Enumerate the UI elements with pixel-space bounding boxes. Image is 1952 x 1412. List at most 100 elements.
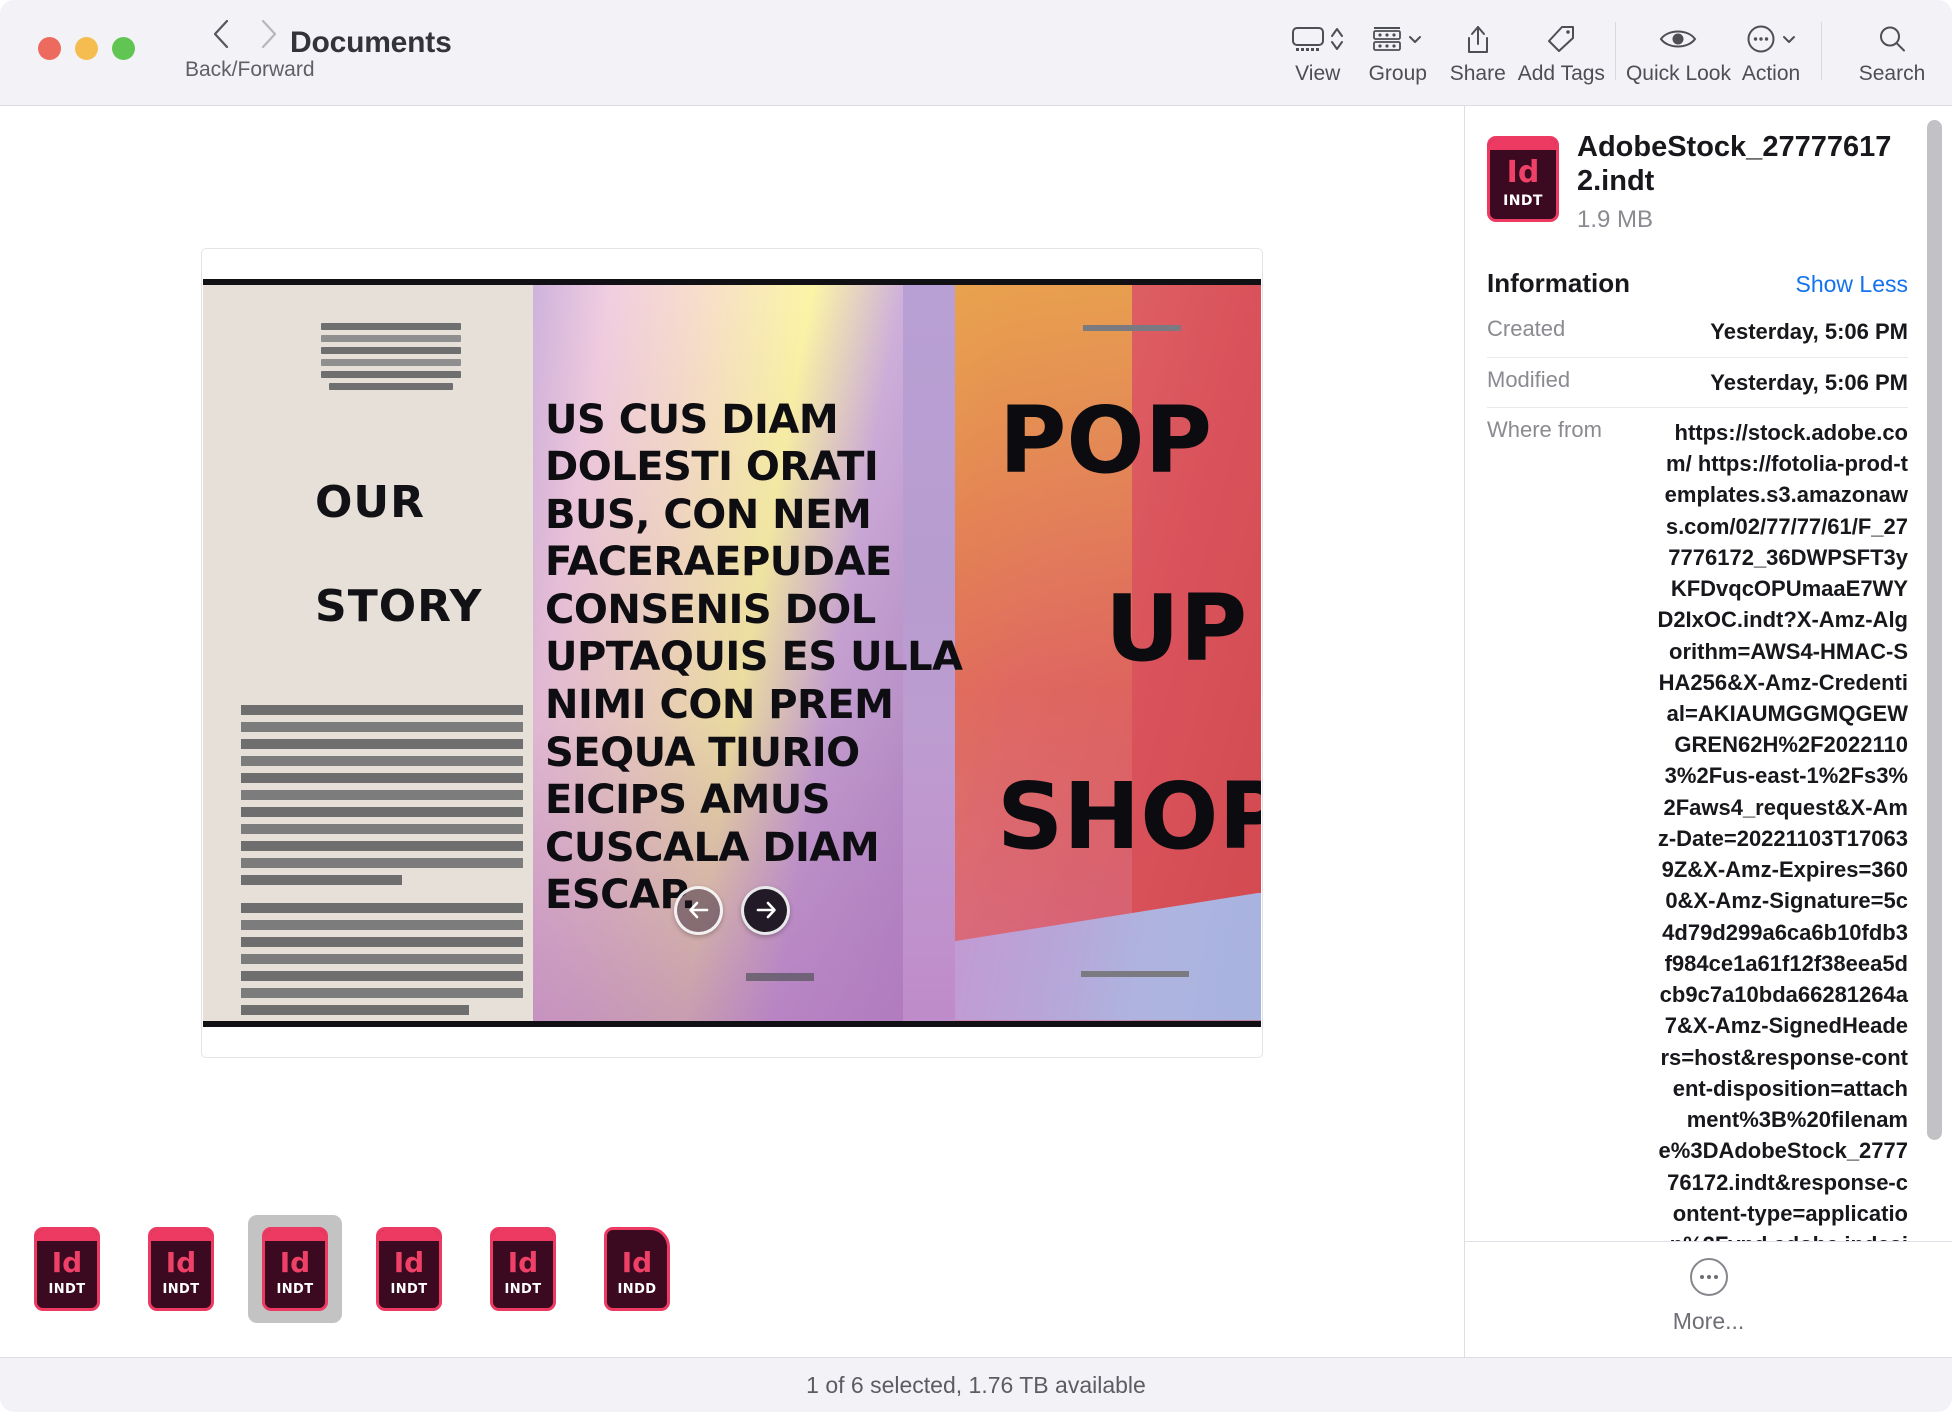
chevron-right-icon [261,19,277,49]
poster-heading-2: STORY [315,580,483,632]
info-value: Yesterday, 5:06 PM [1710,319,1908,345]
poster-paragraph-1 [241,704,523,892]
more-button[interactable] [1689,1258,1728,1296]
toolbar-search[interactable]: Search [1832,0,1952,86]
poster-heading-1: OUR [315,476,426,528]
chevron-left-icon [213,19,229,49]
info-label: Where from [1487,416,1602,442]
eye-icon [1660,30,1697,48]
poster-body-text: US CUS DIAM DOLESTI ORATI BUS, CON NEM F… [545,396,963,919]
info-row-where-from: Where from https://stock.adobe.com/ http… [1487,406,1908,1241]
info-label: Created [1487,316,1566,342]
poster-rule-center [746,972,814,981]
info-panel: Id INDT AdobeStock_277776172.indt 1.9 MB… [1464,106,1952,1357]
ellipsis-icon [1699,1275,1718,1279]
toolbar-group[interactable]: Group [1358,0,1438,86]
info-panel-scrollbar[interactable] [1927,120,1942,1140]
indesign-file-icon: Id INDT [376,1227,442,1311]
toolbar-quick-look-label: Quick Look [1625,62,1731,85]
toolbar-divider-2 [1821,22,1822,80]
chevron-updown-icon [1331,28,1344,50]
toolbar-divider-1 [1614,22,1616,80]
info-value: Yesterday, 5:06 PM [1710,369,1908,395]
thumbnail-item-2[interactable]: Id INDT [134,1215,228,1323]
toolbar-items: View Group Share Add Tags Quick Look Act… [1278,0,1952,106]
minimize-button[interactable] [75,37,98,60]
toolbar-action[interactable]: Action [1731,0,1811,86]
maximize-button[interactable] [112,37,135,60]
preview-wrapper: OUR STORY US CUS DIAM DOLESTI ORATI BUS,… [0,106,1464,1181]
toolbar-share[interactable]: Share [1438,0,1518,86]
back-forward-label: Back/Forward [185,58,315,81]
preview-next-button[interactable] [741,885,790,935]
poster-word-up: UP [1105,574,1248,682]
content-area: OUR STORY US CUS DIAM DOLESTI ORATI BUS,… [0,106,1464,1357]
scrollbar-thumb[interactable] [1927,120,1942,1140]
back-button[interactable] [204,14,238,54]
info-row-modified: Modified Yesterday, 5:06 PM [1487,356,1908,407]
status-text: 1 of 6 selected, 1.76 TB available [806,1371,1146,1398]
poster-rule-top [1083,324,1181,331]
thumbnail-item-3[interactable]: Id INDT [248,1215,342,1323]
indesign-document-icon: Id INDD [604,1227,670,1311]
file-meta: AdobeStock_277776172.indt 1.9 MB [1577,130,1908,234]
finder-window: Back/Forward Documents View Group Share … [0,0,1952,1412]
toolbar-view[interactable]: View [1278,0,1358,86]
group-icon [1373,27,1402,51]
toolbar-view-label: View [1295,62,1341,85]
thumbnail-item-1[interactable]: Id INDT [20,1215,114,1323]
back-forward-group: Back/Forward [185,14,315,82]
poster-word-shop: SHOP [997,762,1261,870]
toolbar-action-label: Action [1741,62,1801,85]
poster-popup-shop: POP UP SHOP [963,394,1261,870]
file-header: Id INDT AdobeStock_277776172.indt 1.9 MB [1487,130,1908,234]
chevron-down-icon [1409,36,1422,43]
forward-button[interactable] [252,14,286,54]
information-rows: Created Yesterday, 5:06 PM Modified Yest… [1487,307,1908,1241]
document-preview[interactable]: OUR STORY US CUS DIAM DOLESTI ORATI BUS,… [203,278,1261,1027]
thumbnail-item-5[interactable]: Id INDT [476,1215,570,1323]
window-title: Documents [290,26,452,59]
indesign-file-icon: Id INDT [148,1227,214,1311]
toolbar-search-label: Search [1858,62,1926,85]
thumbnail-item-4[interactable]: Id INDT [362,1215,456,1323]
poster-greek-header [321,322,461,395]
more-label: More... [1672,1308,1745,1334]
preview-prev-button[interactable] [674,885,723,935]
info-value: https://stock.adobe.com/ https://fotolia… [1657,419,1908,1241]
status-bar: 1 of 6 selected, 1.76 TB available [0,1357,1952,1412]
file-size: 1.9 MB [1577,206,1654,234]
window-body: OUR STORY US CUS DIAM DOLESTI ORATI BUS,… [0,106,1952,1357]
toolbar-quick-look[interactable]: Quick Look [1626,0,1731,86]
preview-card: OUR STORY US CUS DIAM DOLESTI ORATI BUS,… [201,247,1263,1058]
poster-paragraph-2 [241,902,523,1021]
info-panel-footer: More... [1465,1241,1952,1357]
toolbar-share-label: Share [1449,62,1506,85]
indesign-file-icon: Id INDT [1487,136,1559,222]
information-section-header: Information Show Less [1487,268,1908,299]
toolbar-add-tags-label: Add Tags [1517,62,1605,85]
arrow-left-icon [688,901,708,919]
arrow-right-icon [756,901,776,919]
information-title: Information [1487,268,1630,299]
toolbar-group-label: Group [1368,62,1427,85]
share-icon [1467,26,1488,53]
indesign-file-icon: Id INDT [490,1227,556,1311]
indesign-file-icon: Id INDT [262,1227,328,1311]
show-less-link[interactable]: Show Less [1795,271,1908,298]
ellipsis-circle-icon [1747,25,1774,53]
tag-icon [1548,26,1575,52]
poster-rule-bottom [1081,970,1189,977]
info-label: Modified [1487,366,1571,392]
file-name: AdobeStock_277776172.indt [1577,131,1892,198]
thumbnail-strip: Id INDT Id INDT Id INDT Id INDT Id INDT … [0,1181,1464,1357]
chevron-down-icon [1782,36,1795,43]
view-icon [1292,27,1325,51]
thumbnail-item-6[interactable]: Id INDD [590,1215,684,1323]
close-button[interactable] [38,37,61,60]
preview-page-nav [674,885,790,935]
indesign-file-icon: Id INDT [34,1227,100,1311]
toolbar-add-tags[interactable]: Add Tags [1518,0,1605,86]
window-controls [38,37,135,60]
file-icon: Id INDT [1487,136,1559,222]
